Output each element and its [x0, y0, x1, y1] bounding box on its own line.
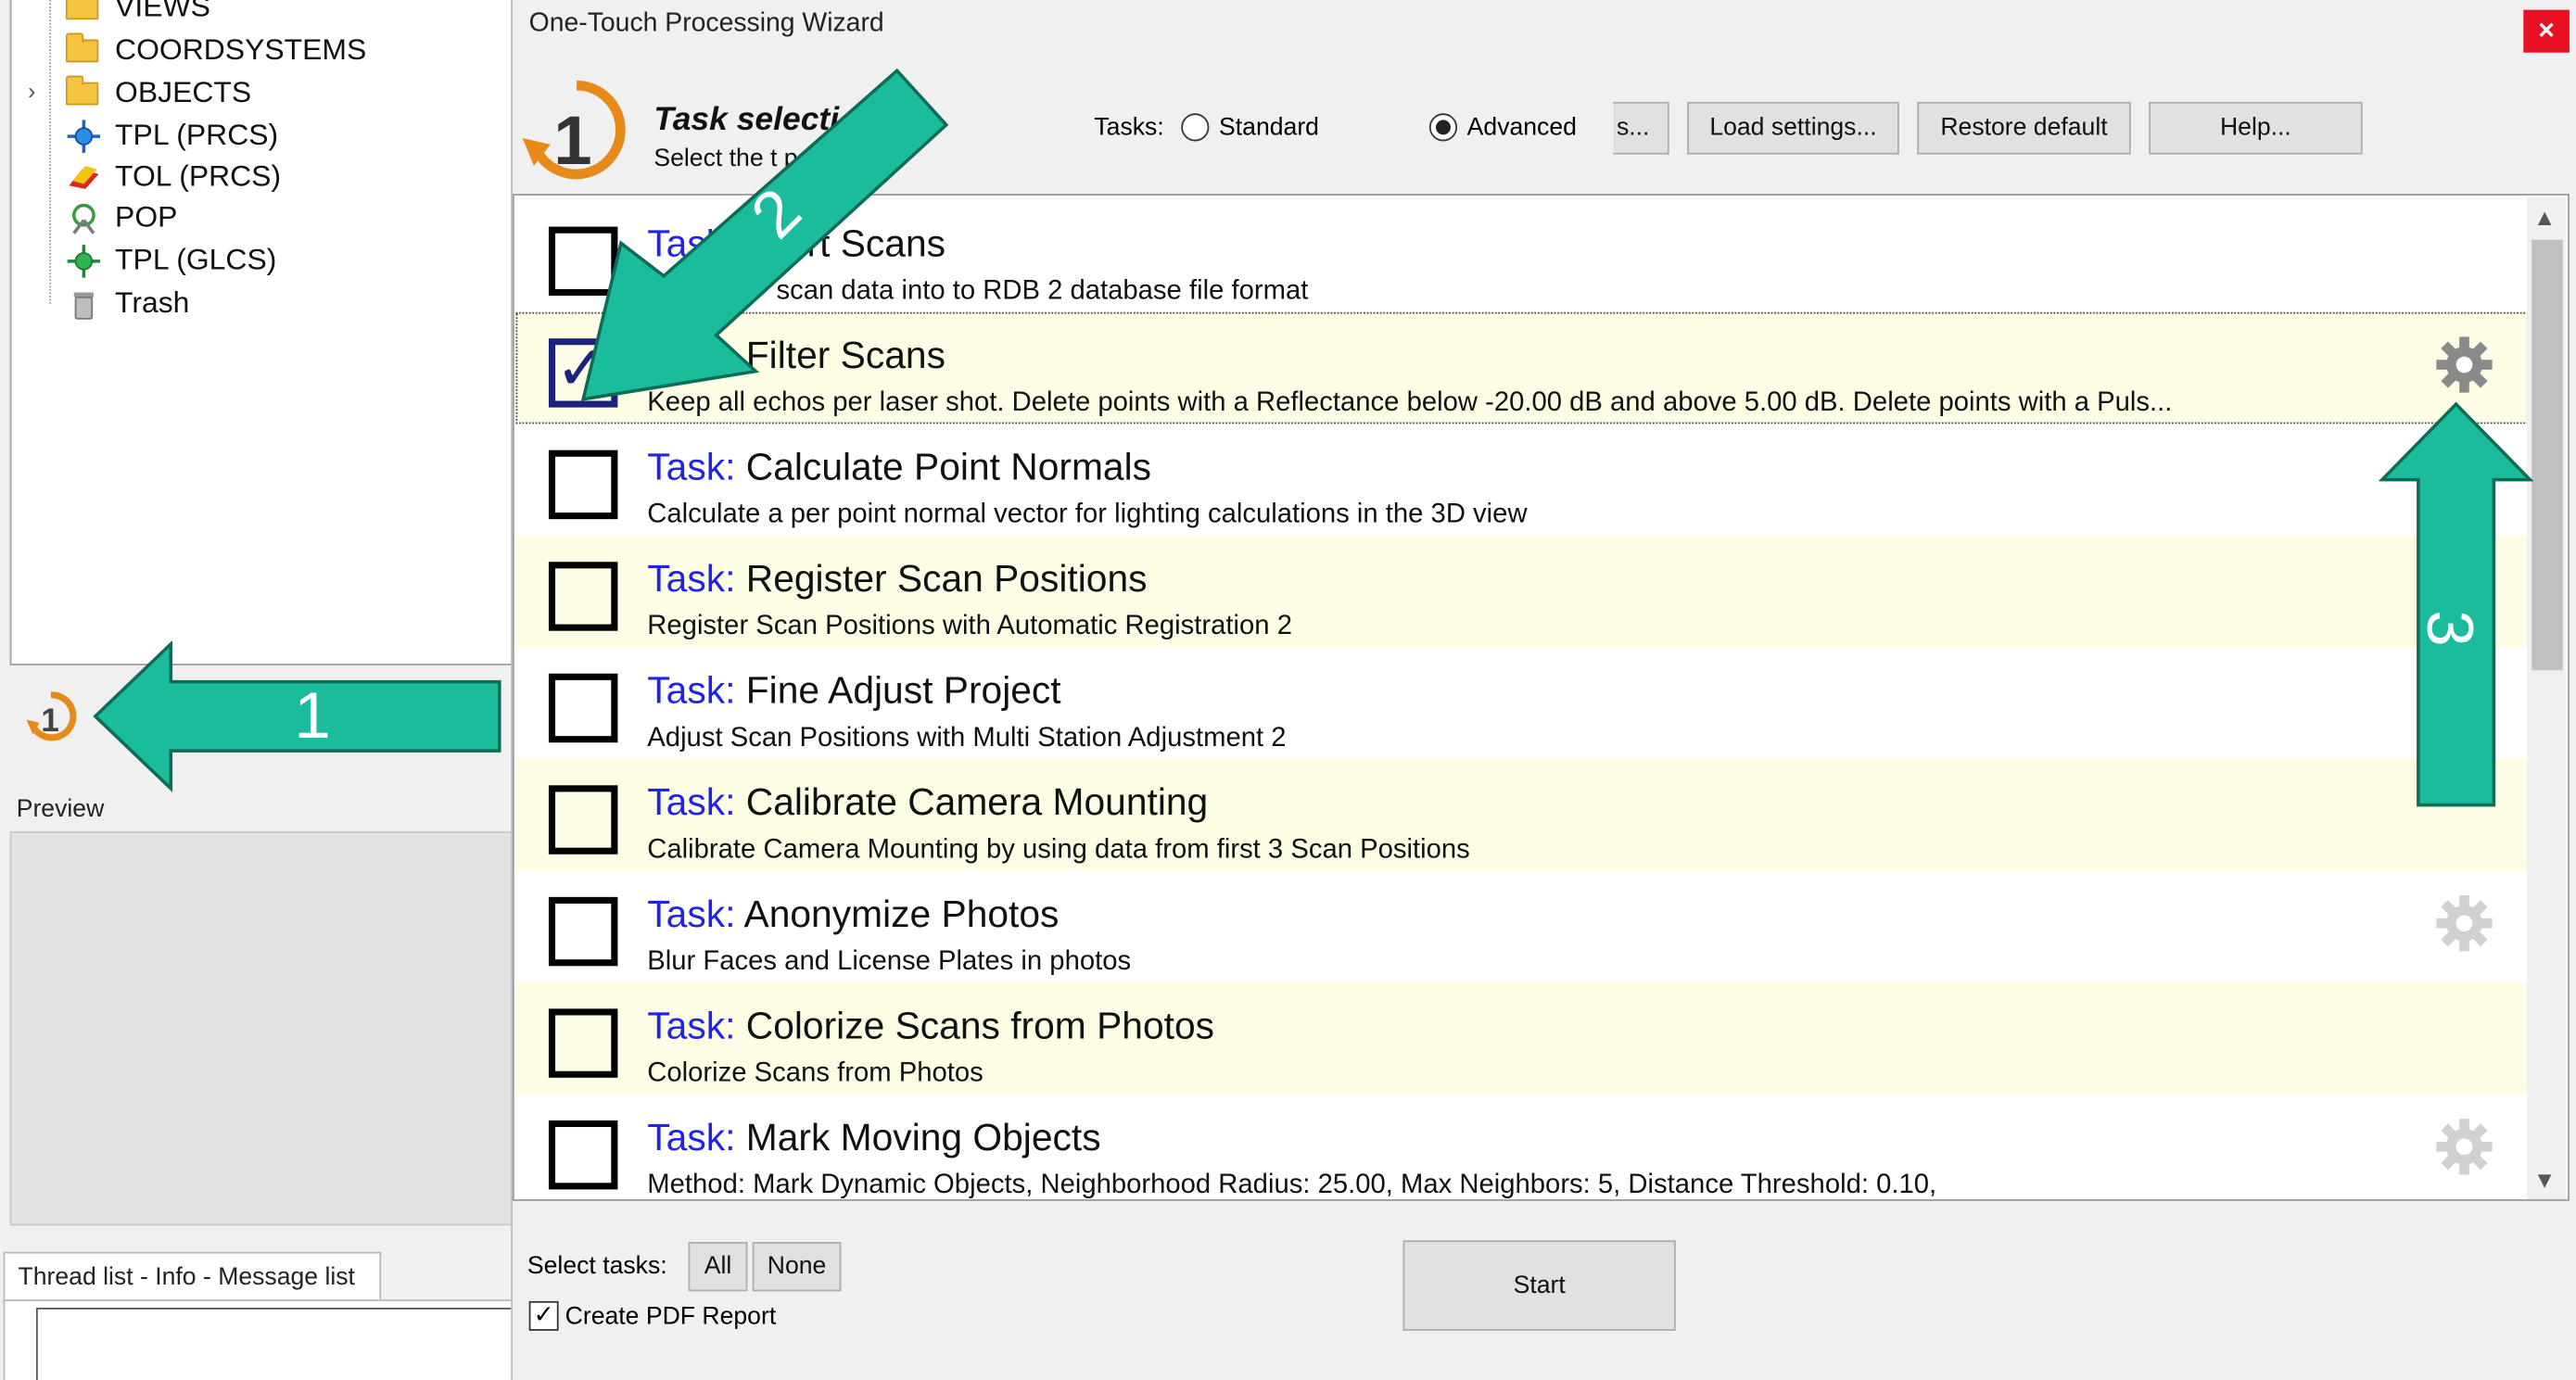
task-checkbox[interactable]	[548, 1008, 618, 1078]
tree-item-label: TPL (GLCS)	[115, 242, 277, 275]
scroll-down-icon[interactable]: ▼	[2533, 1167, 2557, 1193]
tree-item-tpl-glcs[interactable]: TPL (GLCS)	[66, 240, 276, 280]
message-list	[35, 1308, 529, 1380]
task-description: Method: Mark Dynamic Objects, Neighborho…	[647, 1170, 1937, 1200]
task-checkbox[interactable]	[548, 449, 618, 520]
tree-item-coordsystems[interactable]: COORDSYSTEMS	[65, 30, 367, 70]
task-title: Task: Anonymize Photos	[647, 892, 1060, 935]
tree-connector-line	[49, 0, 51, 304]
create-pdf-checkbox[interactable]: ✓	[528, 1300, 559, 1331]
task-row[interactable]: Task: Anonymize Photos Blur Faces and Li…	[516, 870, 2529, 982]
tree-item-tol-prcs[interactable]: TOL (PRCS)	[66, 156, 281, 196]
tasks-label: Tasks:	[1094, 113, 1164, 142]
task-row[interactable]: Task: Mark Moving Objects Method: Mark D…	[516, 1095, 2529, 1200]
annotation-arrow-2: 2	[575, 62, 953, 407]
checkmark-icon: ✓	[533, 1300, 554, 1330]
task-title: Task: Mark Moving Objects	[647, 1115, 1101, 1158]
task-row[interactable]: Task: Colorize Scans from Photos Coloriz…	[515, 982, 2529, 1095]
tree-item-pop[interactable]: POP	[66, 197, 178, 237]
svg-text:1: 1	[41, 702, 59, 739]
task-title: Task: Calibrate Camera Mounting	[647, 779, 1209, 824]
save-settings-button[interactable]: s...	[1613, 101, 1669, 155]
scroll-up-icon[interactable]: ▲	[2533, 204, 2557, 230]
gear-icon[interactable]	[2435, 893, 2494, 953]
preview-panel	[9, 830, 513, 1226]
task-row[interactable]: Task: Fine Adjust Project Adjust Scan Po…	[516, 647, 2529, 759]
select-all-button[interactable]: All	[688, 1242, 748, 1292]
task-title: Task: Colorize Scans from Photos	[647, 1004, 1215, 1047]
annotation-label-3: 3	[2412, 610, 2485, 647]
task-description: Register Scan Positions with Automatic R…	[647, 611, 1292, 641]
one-touch-wizard-icon[interactable]: 1	[23, 690, 79, 743]
task-title: Task: Calculate Point Normals	[647, 445, 1152, 488]
task-checkbox[interactable]	[548, 1120, 618, 1190]
tree-item-label: COORDSYSTEMS	[115, 32, 367, 66]
tree-item-label: Trash	[115, 285, 190, 319]
start-button[interactable]: Start	[1402, 1240, 1676, 1331]
dialog-title: One-Touch Processing Wizard	[528, 9, 884, 38]
preview-title: Preview	[16, 794, 105, 824]
task-description: Adjust Scan Positions with Multi Station…	[647, 722, 1287, 753]
radio-advanced[interactable]	[1428, 113, 1458, 142]
gear-icon[interactable]	[2435, 1117, 2494, 1176]
trash-icon	[66, 285, 102, 320]
tree-item-tpl-prcs[interactable]: TPL (PRCS)	[66, 115, 278, 155]
folder-icon	[65, 32, 102, 65]
radio-standard-label: Standard	[1219, 113, 1319, 142]
task-row[interactable]: Task: Register Scan Positions Register S…	[515, 535, 2529, 648]
close-button[interactable]: ×	[2523, 9, 2570, 53]
folder-icon	[65, 0, 102, 23]
tree-item-label: OBJECTS	[115, 74, 252, 108]
tree-item-label: VIEWS	[115, 0, 210, 22]
task-description: Calculate a per point normal vector for …	[647, 499, 1528, 529]
load-settings-button[interactable]: Load settings...	[1687, 101, 1899, 155]
task-description: Calibrate Camera Mounting by using data …	[647, 834, 1470, 865]
tiepoint-list-icon	[66, 243, 102, 278]
pop-icon	[66, 200, 102, 234]
task-row[interactable]: Task: Calibrate Camera Mounting Calibrat…	[515, 758, 2529, 871]
create-pdf-label: Create PDF Report	[565, 1302, 777, 1331]
task-checkbox[interactable]	[548, 673, 618, 743]
help-button[interactable]: Help...	[2149, 101, 2363, 155]
annotation-label-1: 1	[294, 679, 331, 753]
annotation-arrow-1: 1	[92, 639, 502, 793]
tieobject-list-icon	[66, 159, 102, 192]
select-none-button[interactable]: None	[752, 1242, 842, 1292]
select-tasks-label: Select tasks:	[527, 1251, 667, 1280]
task-checkbox[interactable]	[548, 785, 618, 855]
annotation-arrow-3: 3	[2378, 401, 2534, 812]
tree-item-label: POP	[115, 199, 178, 233]
task-title: Task: Register Scan Positions	[647, 556, 1148, 601]
task-description: Blur Faces and License Plates in photos	[647, 946, 1132, 976]
tiepoint-list-icon	[66, 119, 102, 153]
expand-chevron-icon[interactable]: ›	[28, 77, 35, 103]
tree-item-label: TPL (PRCS)	[115, 117, 279, 151]
task-row[interactable]: Task: Calculate Point Normals Calculate …	[516, 424, 2529, 536]
folder-icon	[65, 75, 102, 108]
restore-default-button[interactable]: Restore default	[1917, 101, 2131, 155]
task-checkbox[interactable]	[548, 562, 618, 631]
radio-standard[interactable]	[1181, 113, 1210, 142]
gear-icon[interactable]	[2435, 336, 2494, 395]
tree-item-objects[interactable]: OBJECTS	[65, 72, 252, 112]
scrollbar-thumb[interactable]	[2532, 239, 2563, 671]
tree-item-trash[interactable]: Trash	[66, 283, 190, 323]
task-title: Task: Fine Adjust Project	[647, 668, 1061, 712]
tree-item-label: TOL (PRCS)	[115, 158, 282, 192]
radio-advanced-label: Advanced	[1466, 113, 1577, 142]
task-checkbox[interactable]	[548, 896, 618, 967]
tree-item-views[interactable]: VIEWS	[65, 0, 210, 26]
tab-thread-list[interactable]: Thread list - Info - Message list	[3, 1251, 382, 1301]
task-description: Colorize Scans from Photos	[647, 1057, 983, 1088]
